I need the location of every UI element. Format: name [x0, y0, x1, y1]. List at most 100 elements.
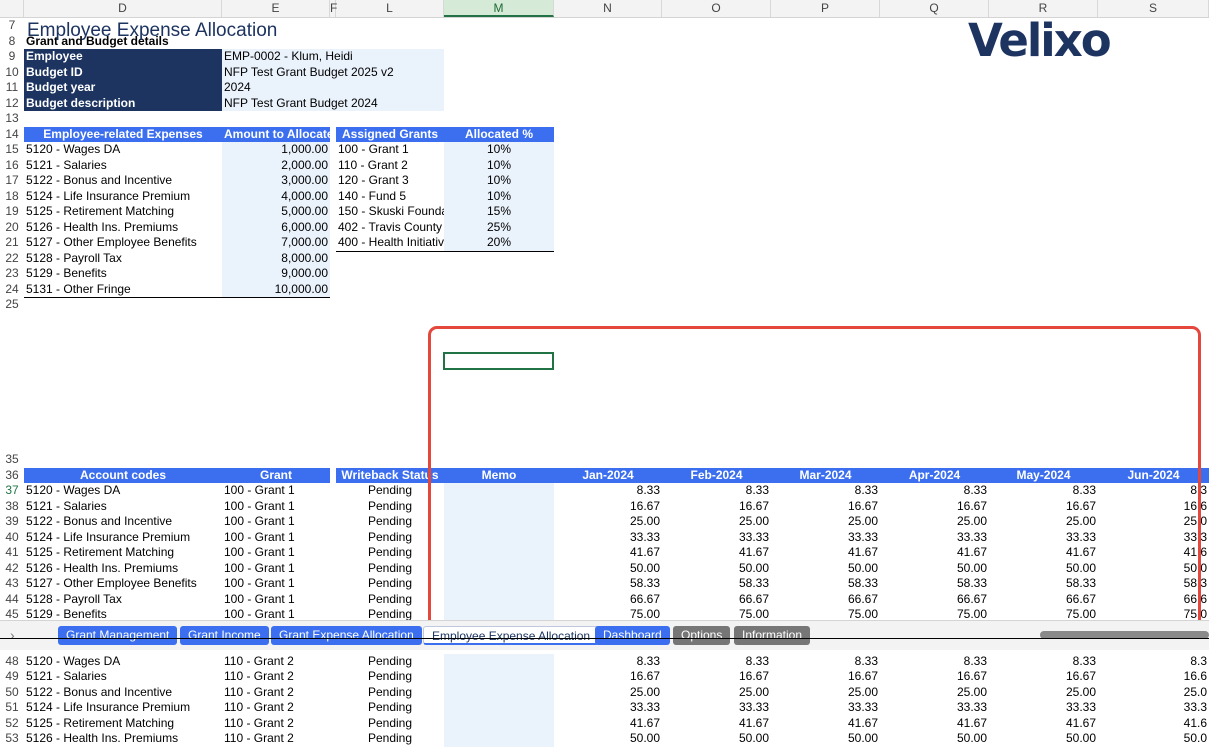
expense-account[interactable]: 5124 - Life Insurance Premium [24, 189, 222, 205]
writeback-status[interactable]: Pending [336, 700, 444, 716]
month-header[interactable]: May-2024 [989, 467, 1098, 483]
alloc-grant[interactable]: 100 - Grant 1 [222, 483, 330, 499]
month-value[interactable]: 33.33 [771, 530, 880, 546]
expenses-header-account[interactable]: Employee-related Expenses [24, 126, 222, 142]
month-value-partial[interactable]: 16.6 [1098, 499, 1209, 515]
expense-amount[interactable]: 3,000.00 [222, 173, 330, 189]
month-value[interactable]: 58.33 [880, 576, 989, 592]
expense-amount[interactable]: 2,000.00 [222, 157, 330, 173]
sheet-tab-options[interactable]: Options [673, 626, 731, 645]
detail-label[interactable]: Budget description [24, 95, 222, 111]
column-header-p[interactable]: P [771, 0, 880, 17]
alloc-account[interactable]: 5125 - Retirement Matching [24, 716, 222, 732]
month-header[interactable]: Jun-2024 [1098, 467, 1209, 483]
month-value-partial[interactable]: 33.3 [1098, 530, 1209, 546]
month-header[interactable]: Apr-2024 [880, 467, 989, 483]
detail-label[interactable]: Budget ID [24, 64, 222, 80]
sheet-tab-grant-income[interactable]: Grant Income [180, 626, 269, 645]
month-value[interactable]: 41.67 [662, 545, 771, 561]
sheet-tab-information[interactable]: Information [734, 626, 811, 645]
month-value-partial[interactable]: 16.6 [1098, 669, 1209, 685]
detail-label[interactable]: Budget year [24, 80, 222, 96]
row-number[interactable]: 8 [0, 34, 24, 50]
detail-value[interactable]: EMP-0002 - Klum, Heidi [222, 49, 444, 65]
alloc-header-account[interactable]: Account codes [24, 467, 222, 483]
expense-account[interactable]: 5131 - Other Fringe [24, 282, 222, 298]
alloc-header-grant[interactable]: Grant [222, 467, 330, 483]
month-value[interactable]: 58.33 [989, 576, 1098, 592]
month-value[interactable]: 41.67 [554, 545, 662, 561]
row-number[interactable]: 41 [0, 545, 24, 561]
month-value-partial[interactable]: 8.3 [1098, 483, 1209, 499]
expense-account[interactable]: 5125 - Retirement Matching [24, 204, 222, 220]
row-number[interactable]: 12 [0, 96, 24, 112]
alloc-header-memo[interactable]: Memo [444, 467, 554, 483]
writeback-status[interactable]: Pending [336, 716, 444, 732]
month-value[interactable]: 8.33 [662, 654, 771, 670]
row-number[interactable]: 44 [0, 592, 24, 608]
memo-cell[interactable] [444, 576, 554, 592]
assigned-grant[interactable]: 402 - Travis County ( [336, 220, 444, 236]
month-value[interactable]: 50.00 [662, 731, 771, 747]
row-number[interactable]: 19 [0, 204, 24, 220]
month-value[interactable]: 58.33 [554, 576, 662, 592]
detail-label[interactable]: Employee [24, 49, 222, 65]
row-number[interactable]: 35 [0, 452, 24, 468]
month-value[interactable]: 33.33 [880, 700, 989, 716]
month-value[interactable]: 8.33 [989, 654, 1098, 670]
column-header-e[interactable]: E [222, 0, 330, 17]
month-value[interactable]: 50.00 [771, 731, 880, 747]
memo-cell[interactable] [444, 669, 554, 685]
row-number[interactable]: 49 [0, 669, 24, 685]
expense-amount[interactable]: 1,000.00 [222, 142, 330, 158]
expense-amount[interactable]: 7,000.00 [222, 235, 330, 251]
month-value[interactable]: 50.00 [880, 731, 989, 747]
month-value[interactable]: 16.67 [554, 669, 662, 685]
month-value[interactable]: 41.67 [880, 545, 989, 561]
month-value[interactable]: 50.00 [554, 731, 662, 747]
row-number[interactable]: 25 [0, 297, 24, 313]
alloc-header-status[interactable]: Writeback Status [336, 467, 444, 483]
month-value[interactable]: 33.33 [662, 700, 771, 716]
month-header[interactable]: Mar-2024 [771, 467, 880, 483]
row-number[interactable]: 37 [0, 483, 24, 499]
expense-account[interactable]: 5122 - Bonus and Incentive [24, 173, 222, 189]
writeback-status[interactable]: Pending [336, 483, 444, 499]
writeback-status[interactable]: Pending [336, 545, 444, 561]
writeback-status[interactable]: Pending [336, 669, 444, 685]
column-header-n[interactable]: N [554, 0, 662, 17]
month-value[interactable]: 16.67 [771, 669, 880, 685]
alloc-account[interactable]: 5122 - Bonus and Incentive [24, 514, 222, 530]
month-value[interactable]: 8.33 [554, 654, 662, 670]
row-number[interactable]: 53 [0, 731, 24, 747]
row-number[interactable]: 20 [0, 220, 24, 236]
alloc-grant[interactable]: 100 - Grant 1 [222, 576, 330, 592]
month-value[interactable]: 16.67 [771, 499, 880, 515]
month-value[interactable]: 41.67 [771, 545, 880, 561]
month-value[interactable]: 16.67 [880, 669, 989, 685]
row-number[interactable]: 36 [0, 468, 24, 484]
alloc-account[interactable]: 5126 - Health Ins. Premiums [24, 731, 222, 747]
row-number[interactable]: 13 [0, 111, 24, 127]
alloc-grant[interactable]: 100 - Grant 1 [222, 499, 330, 515]
alloc-grant[interactable]: 100 - Grant 1 [222, 530, 330, 546]
memo-cell[interactable] [444, 560, 554, 576]
writeback-status[interactable]: Pending [336, 685, 444, 701]
month-value[interactable]: 50.00 [554, 561, 662, 577]
month-value[interactable]: 33.33 [880, 530, 989, 546]
assigned-grant[interactable]: 110 - Grant 2 [336, 158, 444, 174]
month-header[interactable]: Feb-2024 [662, 467, 771, 483]
expense-amount[interactable]: 6,000.00 [222, 219, 330, 235]
allocated-pct[interactable]: 10% [444, 173, 554, 189]
row-number[interactable]: 39 [0, 514, 24, 530]
alloc-grant[interactable]: 110 - Grant 2 [222, 685, 330, 701]
month-value-partial[interactable]: 66.6 [1098, 592, 1209, 608]
month-value-partial[interactable]: 50.0 [1098, 731, 1209, 747]
alloc-grant[interactable]: 110 - Grant 2 [222, 731, 330, 747]
month-value[interactable]: 41.67 [880, 716, 989, 732]
alloc-account[interactable]: 5122 - Bonus and Incentive [24, 685, 222, 701]
row-number[interactable]: 50 [0, 685, 24, 701]
month-value[interactable]: 16.67 [989, 499, 1098, 515]
alloc-account[interactable]: 5124 - Life Insurance Premium [24, 530, 222, 546]
row-number[interactable]: 43 [0, 576, 24, 592]
